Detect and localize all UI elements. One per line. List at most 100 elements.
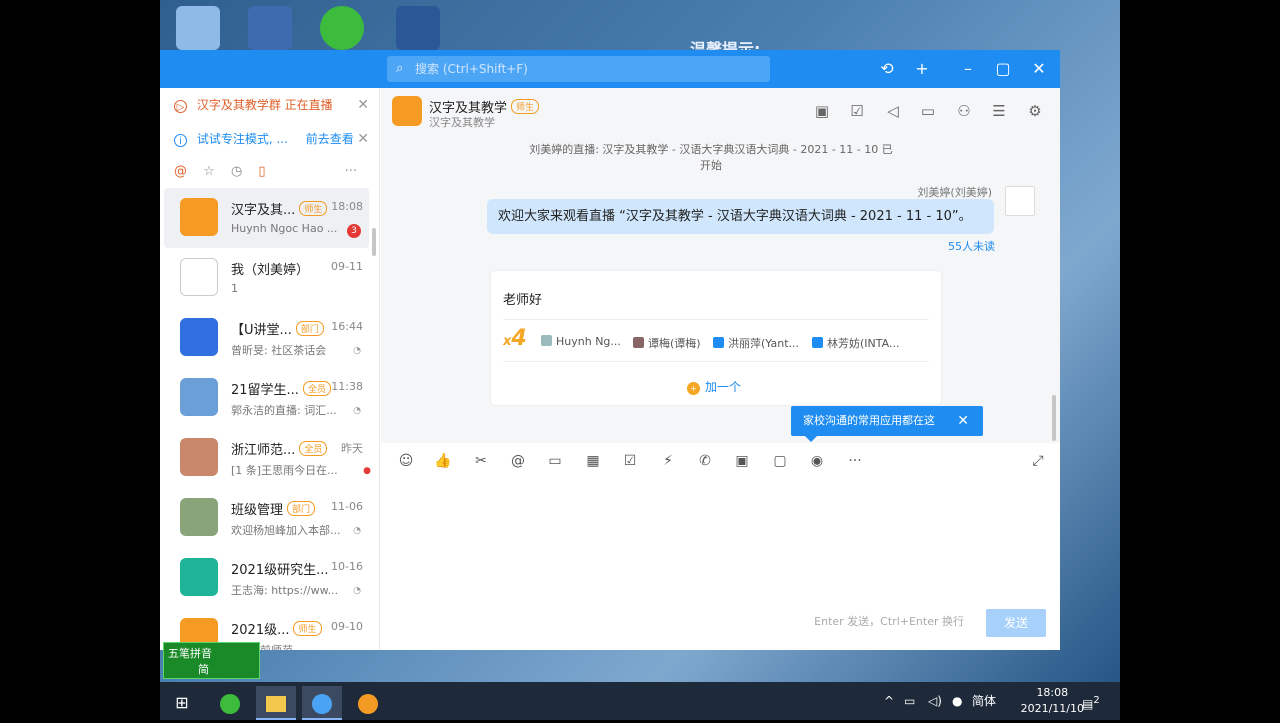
message-bubble[interactable]: 欢迎大家来观看直播 “汉字及其教学 - 汉语大字典汉语大词典 - 2021 - …	[487, 199, 994, 234]
close-button[interactable]: ✕	[1027, 57, 1051, 81]
expand-icon[interactable]: ⤢	[1027, 451, 1049, 471]
system-message: 刘美婷的直播: 汉字及其教学 - 汉语大字典汉语大词典 - 2021 - 11 …	[529, 143, 893, 172]
conversation-item[interactable]: 浙江师范... 全员 昨天 [1 条]王思雨今日在... ●	[160, 428, 379, 488]
volume-icon[interactable]: ◁)	[928, 682, 942, 720]
mention-icon[interactable]: @	[507, 451, 529, 471]
dingtalk-icon[interactable]	[302, 686, 342, 720]
screen-share-icon[interactable]: ▢	[769, 451, 791, 471]
focus-notice-link[interactable]: 前去查看	[306, 132, 354, 146]
jielong-card: 老师好 x4 Huynh Ng... 谭梅(谭梅) 洪丽萍(Yant... 林芳…	[491, 271, 941, 405]
conversation-item[interactable]: 我（刘美婷） 09-11 1	[160, 248, 379, 308]
group-avatar	[180, 438, 218, 476]
school-icon[interactable]: ◉	[806, 451, 828, 471]
message-input[interactable]: Enter 发送，Ctrl+Enter 换行 发送	[381, 479, 1060, 650]
conversation-preview: 郭永洁的直播: 词汇...	[231, 404, 337, 417]
close-icon[interactable]: ✕	[357, 122, 369, 156]
desktop: 温馨提示: ⌕ 搜索 (Ctrl+Shift+F) ⟲ + – ▢ ✕ ▷ 汉字…	[160, 0, 1120, 720]
conversation-item[interactable]: 2021级研究生... 10-16 王志海: https://ww... ◔	[160, 548, 379, 608]
flash-icon[interactable]: ⚡	[657, 451, 679, 471]
conversation-tag: 师生	[293, 621, 322, 636]
my-avatar[interactable]	[1005, 186, 1035, 216]
announcement-icon[interactable]: ◁	[882, 100, 904, 122]
chat-scrollbar[interactable]	[1052, 395, 1056, 441]
plus-count: x4	[503, 326, 527, 351]
chat-pane: 汉字及其教学 师生 汉字及其教学 ▣ ☑ ◁ ▭ ⚇ ☰ ⚙ 刘美婷的直播: 汉字…	[381, 88, 1060, 650]
network-icon[interactable]: ▭	[904, 682, 915, 720]
live-replay-icon[interactable]: ▣	[811, 100, 833, 122]
conversation-preview: 王志海: https://ww...	[231, 584, 339, 597]
phone-icon[interactable]: ✆	[694, 451, 716, 471]
calendar-icon[interactable]: ▦	[582, 451, 604, 471]
settings-icon[interactable]: ⚙	[1024, 100, 1046, 122]
ime-toolbar[interactable]: 五笔拼音 简	[163, 642, 260, 679]
conversation-item[interactable]: 21留学生... 全员 11:38 郭永洁的直播: 词汇... ◔	[160, 368, 379, 428]
conversation-tag: 部门	[295, 321, 324, 336]
conversation-item[interactable]: 【U讲堂... 部门 16:44 曾昕旻: 社区茶话会 ◔	[160, 308, 379, 368]
conversation-preview: 欢迎杨旭峰加入本部...	[231, 524, 341, 537]
scissors-icon[interactable]: ✂	[470, 451, 492, 471]
close-icon[interactable]: ✕	[357, 88, 369, 122]
folder-icon[interactable]: ▭	[917, 100, 939, 122]
ime-mode[interactable]: 五笔拼音	[168, 645, 255, 661]
history-icon[interactable]: ⟲	[875, 57, 899, 81]
unread-count[interactable]: 55人未读	[948, 238, 995, 254]
microphone-icon[interactable]: ●	[952, 682, 962, 720]
more-icon[interactable]: ···	[345, 156, 357, 188]
conversation-tag: 全员	[302, 381, 331, 396]
more-icon[interactable]: ···	[844, 451, 866, 471]
conversation-preview: 曾昕旻: 社区茶话会	[231, 344, 327, 357]
conversation-tag: 师生	[299, 201, 328, 216]
maximize-button[interactable]: ▢	[991, 57, 1015, 81]
show-hidden-icon[interactable]: ^	[884, 682, 894, 720]
notification-icon[interactable]: ▤2	[1082, 682, 1100, 720]
computer-icon[interactable]	[176, 6, 220, 50]
live-notice-text: 汉字及其教学群 正在直播	[196, 98, 333, 112]
minimize-button[interactable]: –	[956, 57, 980, 81]
conversation-name: 我（刘美婷）	[231, 263, 310, 278]
browser-icon[interactable]	[210, 686, 250, 720]
app-icon[interactable]	[348, 686, 388, 720]
quick-filters: @ ☆ ◷ ▯ ···	[160, 156, 379, 188]
file-explorer-icon[interactable]	[256, 686, 296, 720]
avatar	[812, 337, 823, 348]
add-member-icon[interactable]: ⚇	[953, 100, 975, 122]
input-toolbar: ☺ 👍 ✂ @ ▭ ▦ ☑ ⚡ ✆ ▣ ▢ ◉ ··· ⤢	[381, 443, 1060, 479]
conversation-name: 2021级研究生...	[231, 563, 329, 578]
task-icon[interactable]: ☑	[846, 100, 868, 122]
send-button[interactable]: 发送	[986, 609, 1046, 637]
word-icon[interactable]	[396, 6, 440, 50]
live-notice[interactable]: ▷ 汉字及其教学群 正在直播 ✕	[160, 88, 379, 122]
start-icon[interactable]: ⊞	[162, 686, 202, 720]
language-indicator[interactable]: 简体	[972, 682, 996, 720]
close-icon[interactable]: ✕	[957, 406, 969, 436]
emoji-icon[interactable]: ☺	[395, 451, 417, 471]
focus-notice[interactable]: i 试试专注模式, ... 前去查看 ✕	[160, 122, 379, 156]
follower-item: 洪丽萍(Yant...	[713, 335, 799, 351]
unread-badge: 3	[347, 224, 361, 238]
search-input[interactable]: ⌕ 搜索 (Ctrl+Shift+F)	[387, 56, 770, 82]
group-subtitle: 汉字及其教学	[429, 116, 495, 129]
ime-simplified[interactable]: 简	[198, 661, 255, 677]
clock-icon[interactable]: ◷	[231, 164, 242, 179]
add-icon[interactable]: +	[910, 57, 934, 81]
plus-one-icon: +	[687, 382, 700, 395]
conversation-time: 18:08	[331, 200, 363, 213]
add-one-button[interactable]: + 加一个	[687, 378, 741, 395]
conversation-item[interactable]: 班级管理 部门 11-06 欢迎杨旭峰加入本部... ◔	[160, 488, 379, 548]
like-icon[interactable]: 👍	[432, 451, 454, 471]
star-icon[interactable]: ☆	[203, 164, 215, 179]
input-hint: Enter 发送，Ctrl+Enter 换行	[814, 615, 964, 628]
bookmark-icon[interactable]: ▯	[258, 164, 265, 179]
folder-add-icon[interactable]: ▭	[544, 451, 566, 471]
mention-icon[interactable]: @	[174, 164, 187, 179]
clock[interactable]: 18:08 2021/11/10	[1021, 685, 1084, 717]
network-icon[interactable]	[248, 6, 292, 50]
conversation-item[interactable]: 汉字及其... 师生 18:08 Huynh Ngoc Hao ... 3	[164, 188, 369, 248]
browser-icon[interactable]	[320, 6, 364, 50]
search-history-icon[interactable]: ☰	[988, 100, 1010, 122]
group-avatar[interactable]	[392, 96, 422, 126]
checklist-icon[interactable]: ☑	[619, 451, 641, 471]
follower-item: 谭梅(谭梅)	[633, 335, 701, 351]
live-icon[interactable]: ▣	[731, 451, 753, 471]
sidebar-scrollbar[interactable]	[372, 228, 376, 256]
